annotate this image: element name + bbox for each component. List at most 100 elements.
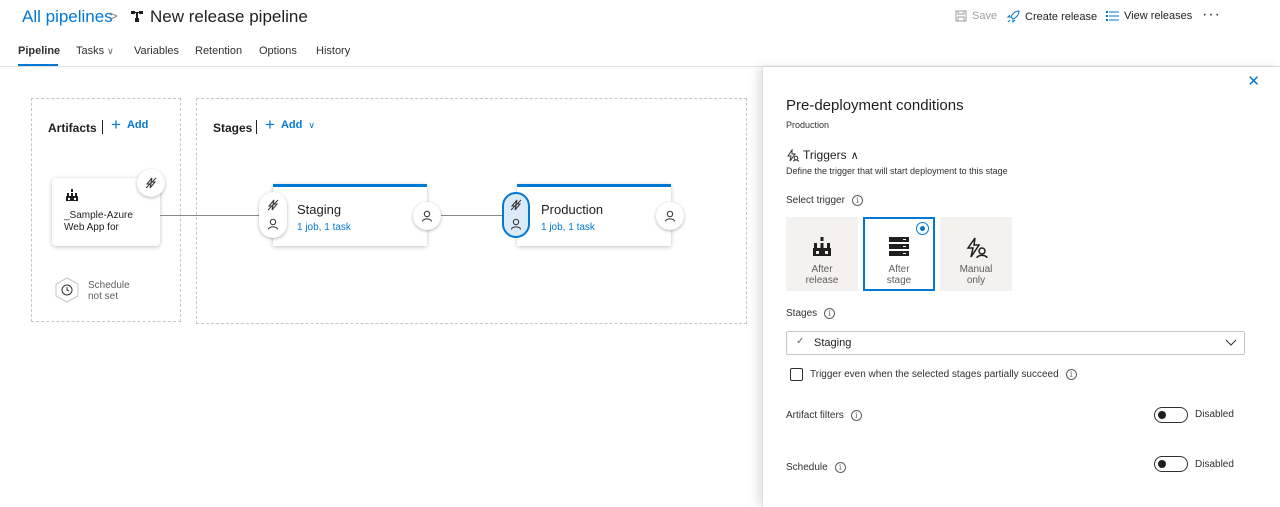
trigger-icon: [787, 148, 799, 162]
tab-tasks[interactable]: Tasks ∨: [76, 45, 114, 57]
post-deployment-conditions-production[interactable]: [656, 202, 684, 230]
option-line-1: After: [888, 264, 910, 275]
pre-deployment-conditions-panel: ✕ Pre-deployment conditions Production T…: [762, 67, 1280, 507]
save-label: Save: [972, 10, 998, 22]
server-stack-icon: [889, 237, 909, 256]
create-release-label: Create release: [1025, 10, 1098, 23]
checkmark-icon: ✓: [796, 336, 805, 347]
info-icon[interactable]: i: [850, 410, 862, 421]
stages-label-row: Stages i: [786, 308, 836, 319]
approver-icon: [422, 210, 432, 222]
stages-dropdown-value: Staging: [814, 337, 852, 349]
artifacts-title: Artifacts: [48, 121, 97, 135]
partial-succeed-checkbox[interactable]: [790, 368, 803, 381]
pipeline-canvas: Artifacts + Add _Sample-Azure Web App fo…: [0, 67, 762, 507]
trigger-option-label: After release: [786, 264, 858, 286]
partial-succeed-label: Trigger even when the selected stages pa…: [810, 369, 1059, 380]
select-trigger-label: Select trigger: [786, 195, 845, 206]
approver-icon: [268, 218, 278, 230]
active-tab-indicator: [18, 64, 58, 66]
info-icon[interactable]: i: [824, 308, 836, 319]
tab-options[interactable]: Options: [259, 45, 297, 57]
rocket-icon: [1007, 10, 1020, 23]
stage-card-staging[interactable]: Staging 1 job, 1 task: [273, 184, 427, 246]
artifact-filters-label: Artifact filters: [786, 410, 844, 421]
radio-selected-icon: [916, 222, 929, 235]
stage-summary-link[interactable]: 1 job, 1 task: [541, 222, 595, 233]
lightning-icon: [145, 177, 157, 189]
option-line-2: stage: [886, 275, 912, 286]
add-stage-label: Add: [280, 119, 303, 131]
close-icon[interactable]: ✕: [1247, 72, 1260, 90]
save-button[interactable]: Save: [955, 10, 997, 22]
breadcrumb-all-pipelines[interactable]: All pipelines: [22, 7, 113, 27]
tab-retention[interactable]: Retention: [195, 45, 242, 57]
schedule-label: Schedule: [786, 462, 828, 473]
lightning-icon: [510, 199, 522, 211]
create-release-button[interactable]: Create release: [1007, 10, 1097, 23]
add-artifact-button[interactable]: + Add: [111, 116, 149, 133]
approver-icon: [511, 218, 521, 230]
schedule-trigger-icon[interactable]: [54, 277, 80, 303]
tab-pipeline[interactable]: Pipeline: [18, 45, 60, 57]
trigger-option-label: Manual only: [940, 264, 1012, 286]
tab-history[interactable]: History: [316, 45, 350, 57]
schedule-state: Disabled: [1195, 459, 1234, 470]
list-icon: [1106, 11, 1119, 21]
add-artifact-label: Add: [126, 119, 149, 131]
option-line-2: only: [966, 275, 986, 286]
triggers-heading: Triggers: [803, 148, 847, 162]
partial-succeed-label-row: Trigger even when the selected stages pa…: [810, 369, 1077, 380]
chevron-up-icon: ∧: [850, 149, 859, 162]
schedule-label-row: Schedule i: [786, 462, 846, 473]
tab-bar: Pipeline Tasks ∨ Variables Retention Opti…: [0, 36, 1280, 67]
more-actions-icon[interactable]: ···: [1202, 6, 1221, 24]
stage-name: Production: [541, 202, 604, 217]
info-icon[interactable]: i: [851, 195, 863, 206]
artifacts-divider: [102, 120, 103, 134]
panel-subtitle: Production: [786, 120, 830, 130]
tab-tasks-label: Tasks: [76, 45, 105, 57]
continuous-deployment-trigger-button[interactable]: [137, 169, 165, 197]
approver-icon: [665, 210, 675, 222]
lightning-icon: [267, 199, 279, 211]
stage-card-production[interactable]: Production 1 job, 1 task: [517, 184, 671, 246]
chevron-down-icon: ∨: [107, 46, 114, 56]
view-releases-button[interactable]: View releases: [1106, 10, 1192, 22]
stages-dropdown[interactable]: ✓ Staging: [786, 331, 1245, 355]
view-releases-label: View releases: [1124, 10, 1193, 22]
trigger-option-after-release[interactable]: After release: [786, 217, 858, 291]
pre-deployment-conditions-production[interactable]: [502, 192, 530, 238]
artifact-filters-label-row: Artifact filters i: [786, 410, 862, 421]
release-pipeline-icon: [131, 11, 143, 22]
post-deployment-conditions-staging[interactable]: [413, 202, 441, 230]
manual-trigger-icon: [966, 237, 988, 259]
artifact-name: _Sample-Azure Web App for: [64, 210, 133, 233]
add-stage-button[interactable]: + Add ∨: [265, 115, 315, 134]
triggers-description: Define the trigger that will start deplo…: [786, 166, 1008, 176]
build-artifact-icon: [66, 189, 78, 201]
stages-label: Stages: [786, 308, 818, 319]
tab-variables[interactable]: Variables: [134, 45, 179, 57]
triggers-section-toggle[interactable]: Triggers ∧: [786, 148, 859, 162]
trigger-option-label: After stage: [865, 264, 933, 286]
select-trigger-label-row: Select trigger i: [786, 195, 863, 206]
option-line-2: release: [805, 275, 839, 286]
info-icon[interactable]: i: [1065, 369, 1077, 380]
stages-title: Stages: [213, 121, 253, 135]
trigger-option-after-stage[interactable]: After stage: [863, 217, 935, 291]
schedule-toggle[interactable]: [1154, 456, 1188, 472]
schedule-status: Schedule not set: [88, 280, 130, 302]
trigger-option-manual-only[interactable]: Manual only: [940, 217, 1012, 291]
stage-name: Staging: [297, 202, 342, 217]
schedule-line-2: not set: [88, 291, 119, 302]
pre-deployment-conditions-staging[interactable]: [259, 192, 287, 238]
plus-icon: +: [265, 115, 275, 134]
artifact-filters-toggle[interactable]: [1154, 407, 1188, 423]
header-bar: All pipelines > New release pipeline Sav…: [0, 0, 1280, 36]
stage-summary-link[interactable]: 1 job, 1 task: [297, 222, 351, 233]
option-line-1: Manual: [959, 264, 993, 275]
panel-title: Pre-deployment conditions: [786, 97, 964, 114]
option-line-1: After: [811, 264, 833, 275]
info-icon[interactable]: i: [834, 462, 846, 473]
